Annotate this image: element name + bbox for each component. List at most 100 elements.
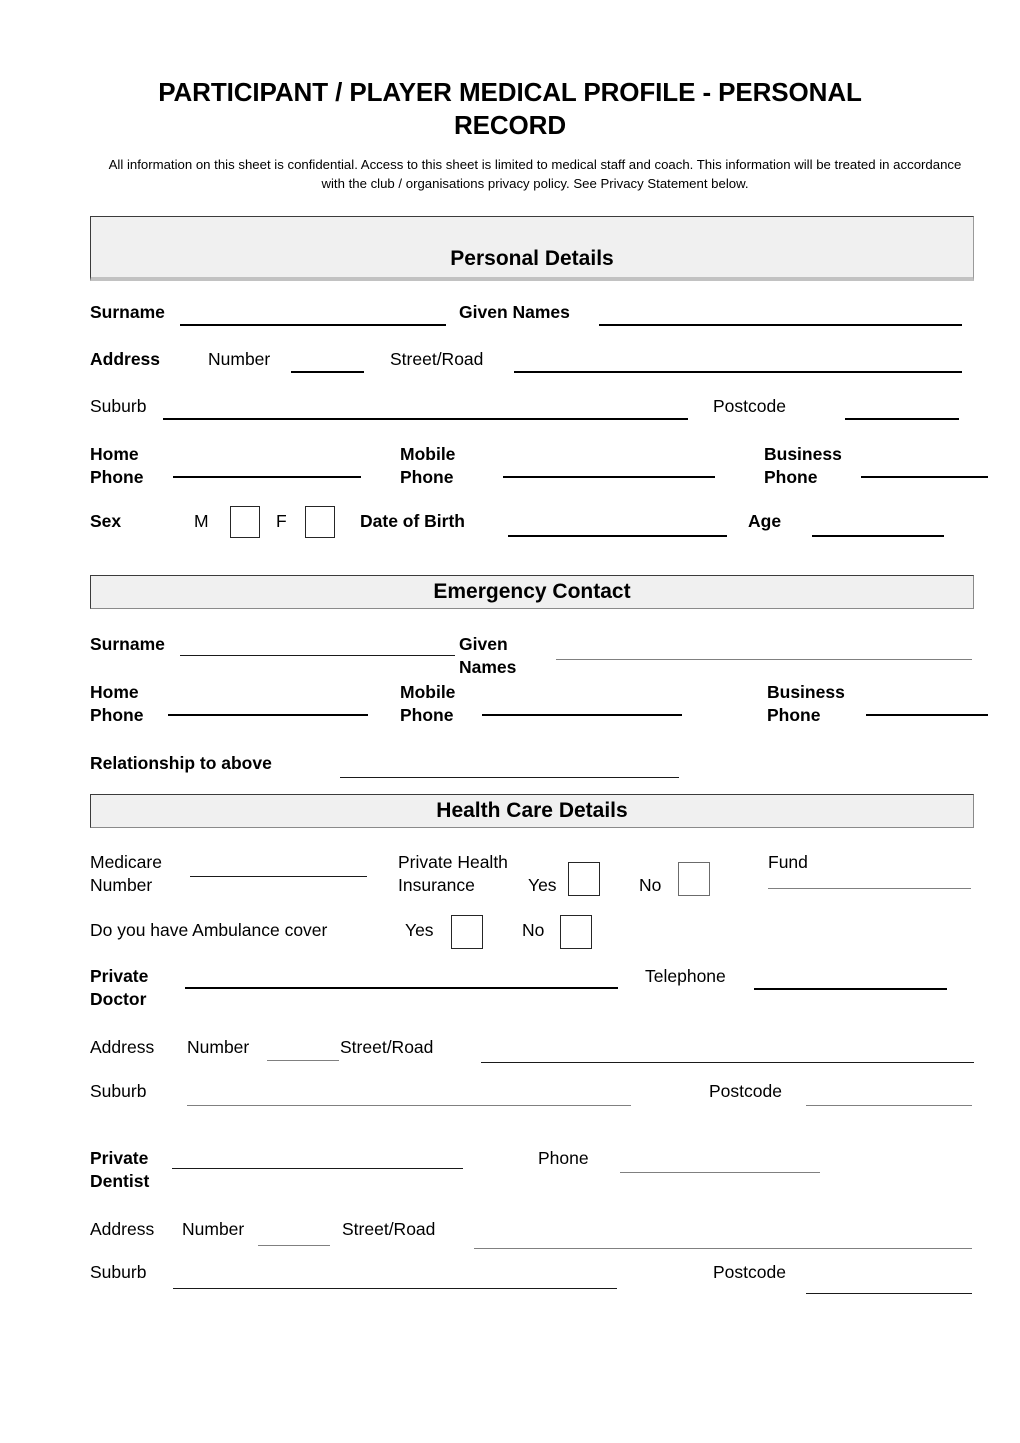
label-relationship-to-above: Relationship to above xyxy=(90,753,272,773)
label-private-dentist-line2: Dentist xyxy=(90,1171,150,1191)
section-title-emergency-contact: Emergency Contact xyxy=(433,580,631,603)
label-date-of-birth: Date of Birth xyxy=(360,511,465,531)
field-emergency-mobile-phone[interactable] xyxy=(482,714,682,716)
label-ambulance-yes: Yes xyxy=(405,920,434,940)
field-dentist-address-street[interactable] xyxy=(474,1248,972,1249)
field-postcode[interactable] xyxy=(845,418,959,420)
field-doctor-address-number[interactable] xyxy=(267,1060,339,1061)
section-header-health-care-details: Health Care Details xyxy=(90,794,974,828)
label-age: Age xyxy=(748,511,782,531)
label-given-names: Given Names xyxy=(459,302,570,322)
label-suburb: Suburb xyxy=(90,396,147,416)
label-emergency-business-phone-line1: Business xyxy=(767,682,845,702)
field-relationship-to-above[interactable] xyxy=(340,777,679,778)
label-address-street: Street/Road xyxy=(390,349,484,369)
label-surname: Surname xyxy=(90,302,165,322)
label-doctor-postcode: Postcode xyxy=(709,1081,782,1101)
field-business-phone[interactable] xyxy=(861,476,988,478)
checkbox-ambulance-yes[interactable] xyxy=(451,915,483,949)
label-home-phone-line1: Home xyxy=(90,444,139,464)
checkbox-private-health-no[interactable] xyxy=(678,862,710,896)
label-private-health-line2: Insurance xyxy=(398,875,475,895)
checkbox-ambulance-no[interactable] xyxy=(560,915,592,949)
label-postcode: Postcode xyxy=(713,396,786,416)
field-emergency-home-phone[interactable] xyxy=(168,714,368,716)
field-given-names[interactable] xyxy=(599,324,962,326)
field-age[interactable] xyxy=(812,535,944,537)
label-sex-male: M xyxy=(194,511,209,531)
field-address-number[interactable] xyxy=(291,371,364,373)
label-medicare-line2: Number xyxy=(90,875,153,895)
label-private-health-line1: Private Health xyxy=(398,852,508,872)
label-dentist-address: Address xyxy=(90,1219,155,1239)
label-sex: Sex xyxy=(90,511,122,531)
label-dentist-suburb: Suburb xyxy=(90,1262,147,1282)
field-emergency-given-names[interactable] xyxy=(556,659,972,660)
field-date-of-birth[interactable] xyxy=(508,535,727,537)
label-mobile-phone-line2: Phone xyxy=(400,467,454,487)
field-surname[interactable] xyxy=(180,324,446,326)
field-fund[interactable] xyxy=(768,888,971,889)
label-home-phone-line2: Phone xyxy=(90,467,144,487)
field-doctor-postcode[interactable] xyxy=(806,1105,972,1106)
label-doctor-suburb: Suburb xyxy=(90,1081,147,1101)
label-business-phone-line2: Phone xyxy=(764,467,818,487)
document-page: PARTICIPANT / PLAYER MEDICAL PROFILE - P… xyxy=(0,0,1020,1443)
label-private-doctor-line1: Private xyxy=(90,966,149,986)
label-doctor-address-street: Street/Road xyxy=(340,1037,434,1057)
field-emergency-surname[interactable] xyxy=(180,655,455,656)
label-ambulance-cover: Do you have Ambulance cover xyxy=(90,920,328,940)
field-doctor-suburb[interactable] xyxy=(187,1105,631,1106)
field-doctor-address-street[interactable] xyxy=(481,1062,974,1063)
label-emergency-home-phone-line2: Phone xyxy=(90,705,144,725)
label-dentist-address-street: Street/Road xyxy=(342,1219,436,1239)
section-header-personal-details: Personal Details xyxy=(90,216,974,281)
label-private-doctor-line2: Doctor xyxy=(90,989,147,1009)
label-private-health-no: No xyxy=(639,875,662,895)
section-title-personal-details: Personal Details xyxy=(450,247,614,270)
field-private-doctor-name[interactable] xyxy=(185,987,618,989)
field-mobile-phone[interactable] xyxy=(503,476,715,478)
label-medicare-line1: Medicare xyxy=(90,852,162,872)
label-doctor-telephone: Telephone xyxy=(645,966,726,986)
field-medicare-number[interactable] xyxy=(190,876,367,877)
field-dentist-suburb[interactable] xyxy=(173,1288,617,1289)
checkbox-sex-male[interactable] xyxy=(230,506,260,538)
confidentiality-notice: All information on this sheet is confide… xyxy=(108,157,962,191)
field-home-phone[interactable] xyxy=(173,476,361,478)
section-title-health-care-details: Health Care Details xyxy=(436,799,628,822)
label-address-number: Number xyxy=(208,349,271,369)
field-private-dentist-name[interactable] xyxy=(172,1168,463,1169)
label-emergency-surname: Surname xyxy=(90,634,165,654)
page-title: PARTICIPANT / PLAYER MEDICAL PROFILE - P… xyxy=(158,77,862,140)
label-doctor-address: Address xyxy=(90,1037,155,1057)
label-emergency-business-phone-line2: Phone xyxy=(767,705,821,725)
label-business-phone-line1: Business xyxy=(764,444,842,464)
field-suburb[interactable] xyxy=(163,418,688,420)
label-doctor-address-number: Number xyxy=(187,1037,250,1057)
label-emergency-home-phone-line1: Home xyxy=(90,682,139,702)
section-header-emergency-contact: Emergency Contact xyxy=(90,575,974,609)
field-dentist-phone[interactable] xyxy=(620,1172,820,1173)
label-mobile-phone-line1: Mobile xyxy=(400,444,456,464)
label-dentist-postcode: Postcode xyxy=(713,1262,786,1282)
label-dentist-address-number: Number xyxy=(182,1219,245,1239)
label-address: Address xyxy=(90,349,161,369)
label-emergency-mobile-phone-line2: Phone xyxy=(400,705,454,725)
checkbox-sex-female[interactable] xyxy=(305,506,335,538)
label-private-dentist-line1: Private xyxy=(90,1148,149,1168)
field-dentist-address-number[interactable] xyxy=(258,1245,330,1246)
field-emergency-business-phone[interactable] xyxy=(866,714,988,716)
label-emergency-mobile-phone-line1: Mobile xyxy=(400,682,456,702)
label-emergency-given-names-line1: Given xyxy=(459,634,508,654)
field-doctor-telephone[interactable] xyxy=(754,988,947,990)
label-fund: Fund xyxy=(768,852,808,872)
label-dentist-phone: Phone xyxy=(538,1148,589,1168)
checkbox-private-health-yes[interactable] xyxy=(568,862,600,896)
label-private-health-yes: Yes xyxy=(528,875,557,895)
field-address-street[interactable] xyxy=(514,371,962,373)
label-sex-female: F xyxy=(276,511,287,531)
label-emergency-given-names-line2: Names xyxy=(459,657,517,677)
label-ambulance-no: No xyxy=(522,920,545,940)
field-dentist-postcode[interactable] xyxy=(806,1293,972,1294)
